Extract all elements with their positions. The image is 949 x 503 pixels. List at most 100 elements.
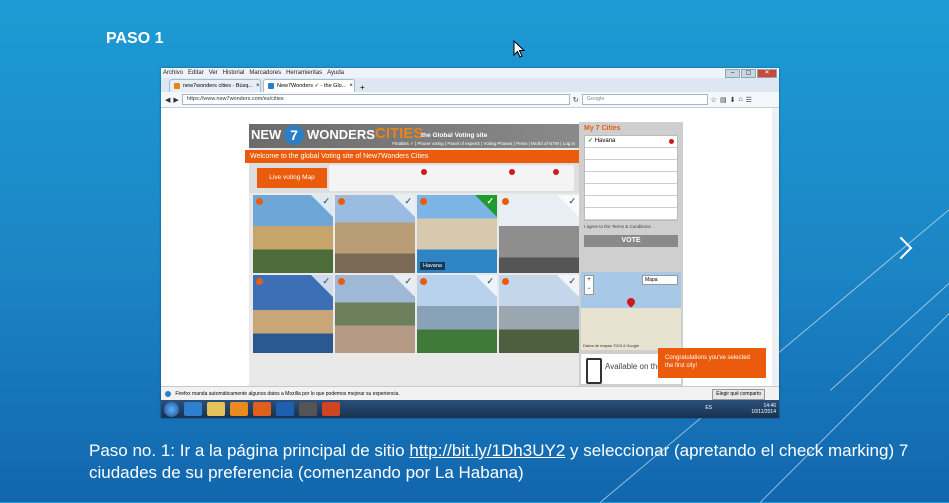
zoom-control[interactable]: + −: [584, 275, 594, 295]
live-map-bar: Live voting Map: [249, 163, 579, 193]
world-map[interactable]: [329, 165, 574, 191]
map-pin-icon: [421, 169, 427, 175]
info-icon[interactable]: [338, 198, 345, 205]
check-icon: ✓: [588, 138, 594, 144]
logo-text: NEW: [251, 127, 282, 142]
menu-item[interactable]: Ver: [209, 70, 218, 76]
info-icon[interactable]: [420, 198, 427, 205]
menu-item[interactable]: Editar: [188, 70, 204, 76]
search-input[interactable]: Google: [581, 94, 708, 105]
check-icon[interactable]: ✓: [486, 276, 494, 287]
app-icon[interactable]: [299, 402, 317, 416]
map-type-select[interactable]: Mapa: [642, 275, 678, 285]
outlook-icon[interactable]: [276, 402, 294, 416]
taskbar: ES 14:46 10/11/2014: [161, 400, 779, 418]
site-banner: NEW 7 WONDERS CITIES the Global Voting s…: [249, 124, 579, 148]
city-grid: ✓ ✓ ✓ Havana ✓ ✓ ✓ ✓ ✓: [249, 193, 579, 355]
remove-icon[interactable]: [669, 139, 674, 144]
check-icon[interactable]: ✓: [568, 276, 576, 287]
bookmarks-icon[interactable]: ▤: [720, 96, 727, 104]
list-item: [585, 196, 677, 208]
check-icon[interactable]: ✓: [404, 276, 412, 287]
hamburger-menu-icon[interactable]: ☰: [746, 96, 752, 104]
city-card-selected[interactable]: ✓ Havana: [417, 195, 497, 273]
minimize-icon[interactable]: –: [725, 69, 740, 78]
folder-icon[interactable]: [207, 402, 225, 416]
powerpoint-icon[interactable]: [322, 402, 340, 416]
city-card[interactable]: ✓: [499, 275, 579, 353]
check-icon[interactable]: ✓: [322, 196, 330, 207]
menu-item[interactable]: Archivo: [163, 70, 183, 76]
slide-title: PASO 1: [106, 30, 164, 47]
tab-label: new7wonders cities - Búsq...: [183, 83, 254, 89]
city-card[interactable]: ✓: [417, 275, 497, 353]
maximize-icon[interactable]: ▢: [741, 69, 756, 78]
terms-checkbox-label[interactable]: I agree to the Terms & Conditions: [579, 221, 683, 232]
reload-icon[interactable]: ↻: [573, 96, 579, 104]
menu-item[interactable]: Ayuda: [327, 70, 344, 76]
check-icon[interactable]: ✓: [486, 196, 494, 207]
map-credit: Datos de mapas ©2014 Google: [583, 343, 640, 348]
welcome-bar: Welcome to the global Voting site of New…: [245, 150, 580, 163]
site-nav[interactable]: Finalists ✓ | Phone voting | Panel of ex…: [392, 141, 575, 147]
choose-share-button[interactable]: Elegir qué comparto: [712, 389, 765, 400]
site-main: NEW 7 WONDERS CITIES the Global Voting s…: [245, 124, 580, 386]
tagline: the Global Voting site: [421, 132, 488, 139]
app-promo-text: Available on the: [605, 362, 662, 371]
info-icon[interactable]: [502, 198, 509, 205]
city-card[interactable]: ✓: [499, 195, 579, 273]
menu-item[interactable]: Historial: [223, 70, 245, 76]
media-player-icon[interactable]: [230, 402, 248, 416]
forward-icon[interactable]: ▶: [173, 96, 178, 104]
close-icon[interactable]: ×: [256, 83, 260, 89]
windows-start-icon[interactable]: [164, 401, 179, 417]
caption-link[interactable]: http://bit.ly/1Dh3UY2: [409, 441, 565, 460]
vote-button[interactable]: VOTE: [584, 235, 678, 247]
home-icon[interactable]: ⌂: [738, 96, 742, 103]
map-pin-icon: [553, 169, 559, 175]
ie-icon[interactable]: [184, 402, 202, 416]
logo-text: WONDERS: [307, 127, 375, 142]
live-voting-map-button[interactable]: Live voting Map: [257, 168, 327, 188]
info-icon[interactable]: [338, 278, 345, 285]
city-card[interactable]: ✓: [253, 195, 333, 273]
info-icon[interactable]: [256, 198, 263, 205]
city-card[interactable]: ✓: [253, 275, 333, 353]
city-label: Havana: [420, 262, 445, 270]
tab-search[interactable]: new7wonders cities - Búsq... ×: [169, 79, 261, 92]
info-icon[interactable]: [256, 278, 263, 285]
list-item: [585, 208, 677, 220]
menu-item[interactable]: Herramientas: [286, 70, 322, 76]
notification-bar: Firefox manda automáticamente algunos da…: [161, 386, 779, 401]
language-indicator[interactable]: ES: [705, 405, 712, 411]
my-cities-sidebar: My 7 Cities ✓ Havana I agree to the Term…: [579, 122, 683, 386]
menu-item[interactable]: Marcadores: [249, 70, 281, 76]
info-icon[interactable]: [420, 278, 427, 285]
info-icon: [165, 390, 171, 397]
back-icon[interactable]: ◀: [165, 96, 170, 104]
close-icon[interactable]: ×: [349, 83, 353, 89]
download-icon[interactable]: ⬇: [730, 96, 736, 104]
caption-text: Paso no. 1: Ir a la página principal de …: [89, 441, 410, 460]
tab-new7wonders[interactable]: New7Wonders ✓ - the Glo... ×: [263, 79, 355, 92]
star-icon[interactable]: ☆: [711, 96, 717, 104]
sidebar-title: My 7 Cities: [584, 125, 621, 132]
url-bar[interactable]: https://www.new7wonders.com/es/cities: [181, 94, 570, 105]
check-icon[interactable]: ✓: [568, 196, 576, 207]
city-card[interactable]: ✓: [335, 195, 415, 273]
close-icon[interactable]: ✕: [757, 69, 777, 78]
city-list: ✓ Havana: [584, 135, 678, 221]
city-card[interactable]: ✓: [335, 275, 415, 353]
clock[interactable]: 14:46 10/11/2014: [751, 403, 776, 415]
window-controls: – ▢ ✕: [725, 69, 777, 78]
firefox-icon[interactable]: [253, 402, 271, 416]
new-tab-button[interactable]: +: [357, 83, 368, 92]
check-icon[interactable]: ✓: [322, 276, 330, 287]
favicon-icon: [268, 83, 274, 89]
browser-screenshot: Archivo Editar Ver Historial Marcadores …: [161, 68, 779, 418]
city-map[interactable]: + − Mapa Datos de mapas ©2014 Google: [581, 272, 681, 350]
check-icon[interactable]: ✓: [404, 196, 412, 207]
mouse-cursor-icon: [513, 40, 525, 58]
scrollbar[interactable]: [772, 108, 779, 386]
info-icon[interactable]: [502, 278, 509, 285]
